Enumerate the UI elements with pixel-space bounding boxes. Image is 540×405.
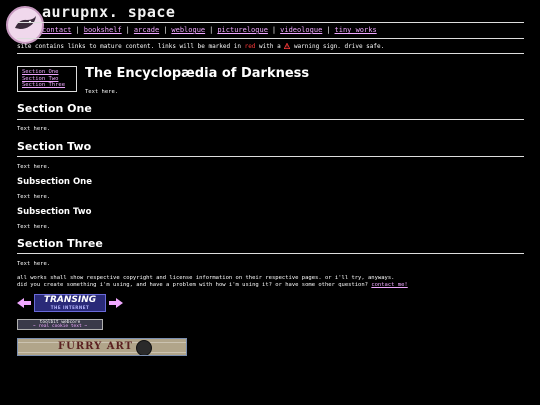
- furry-art-banner[interactable]: FURRY ART: [17, 338, 187, 356]
- animal-face-icon: [136, 340, 152, 355]
- nav-separator: |: [209, 26, 214, 34]
- divider: [17, 38, 524, 39]
- banner-stripe: [18, 352, 186, 353]
- nav-separator: |: [75, 26, 80, 34]
- notice-text: site contains links to mature content. l…: [17, 43, 245, 50]
- toc-section-three[interactable]: Section Three: [22, 82, 76, 89]
- nav-bookshelf[interactable]: bookshelf: [84, 26, 122, 34]
- webring-banner-title: TRANSING: [43, 295, 97, 305]
- nav-videologue[interactable]: videologue: [280, 26, 322, 34]
- divider: [17, 253, 524, 254]
- section-two-heading: Section Two: [17, 140, 92, 153]
- bird-icon: [9, 9, 41, 41]
- section-two-text: Text here.: [17, 164, 51, 170]
- webring: TRANSING THE INTERNET: [17, 294, 123, 312]
- copyright-notice: all works shall show respective copyrigh…: [17, 275, 395, 281]
- site-badge[interactable]: toolbit webcore ~ real cookie text ~: [17, 319, 103, 330]
- nav-separator: |: [125, 26, 130, 34]
- page-title: The Encyclopædia of Darkness: [85, 66, 310, 81]
- arrow-left-icon[interactable]: [17, 298, 31, 308]
- contact-prompt: did you create something i'm using, and …: [17, 282, 408, 288]
- nav-weblogue[interactable]: weblogue: [171, 26, 205, 34]
- divider: [17, 119, 524, 120]
- nav-separator: |: [326, 26, 331, 34]
- nav-picturelogue[interactable]: picturelogue: [217, 26, 268, 34]
- subsection-two-text: Text here.: [17, 224, 51, 230]
- nav-arcade[interactable]: arcade: [134, 26, 159, 34]
- notice-red-word: red: [244, 43, 256, 50]
- divider: [17, 22, 524, 23]
- section-three-heading: Section Three: [17, 237, 103, 250]
- nav-contact[interactable]: contact: [42, 26, 72, 34]
- nav-separator: |: [163, 26, 168, 34]
- content-warning-notice: site contains links to mature content. l…: [17, 42, 385, 50]
- notice-text: warning sign. drive safe.: [290, 43, 385, 50]
- site-title: aurupnx. space: [42, 3, 176, 21]
- main-nav: contact | bookshelf | arcade | weblogue …: [42, 26, 377, 34]
- subsection-one-text: Text here.: [17, 194, 51, 200]
- subsection-one-heading: Subsection One: [17, 177, 92, 187]
- nav-tiny-works[interactable]: tiny works: [335, 26, 377, 34]
- webring-banner[interactable]: TRANSING THE INTERNET: [34, 294, 106, 312]
- contact-link[interactable]: contact me!: [371, 282, 407, 288]
- divider: [17, 156, 524, 157]
- section-one-heading: Section One: [17, 102, 92, 115]
- nav-separator: |: [271, 26, 277, 34]
- webring-banner-subtitle: THE INTERNET: [50, 305, 90, 310]
- arrow-right-icon[interactable]: [109, 298, 123, 308]
- section-three-text: Text here.: [17, 261, 51, 267]
- badge-line-2: ~ real cookie text ~: [32, 324, 88, 329]
- subsection-two-heading: Subsection Two: [17, 207, 92, 217]
- furry-art-banner-text: FURRY ART: [58, 341, 134, 352]
- divider: [17, 53, 524, 54]
- intro-text: Text here.: [85, 89, 119, 95]
- table-of-contents: Section One Section Two Section Three: [17, 66, 77, 92]
- notice-text: with a: [255, 43, 285, 50]
- section-one-text: Text here.: [17, 126, 51, 132]
- contact-prompt-text: did you create something i'm using, and …: [17, 282, 368, 288]
